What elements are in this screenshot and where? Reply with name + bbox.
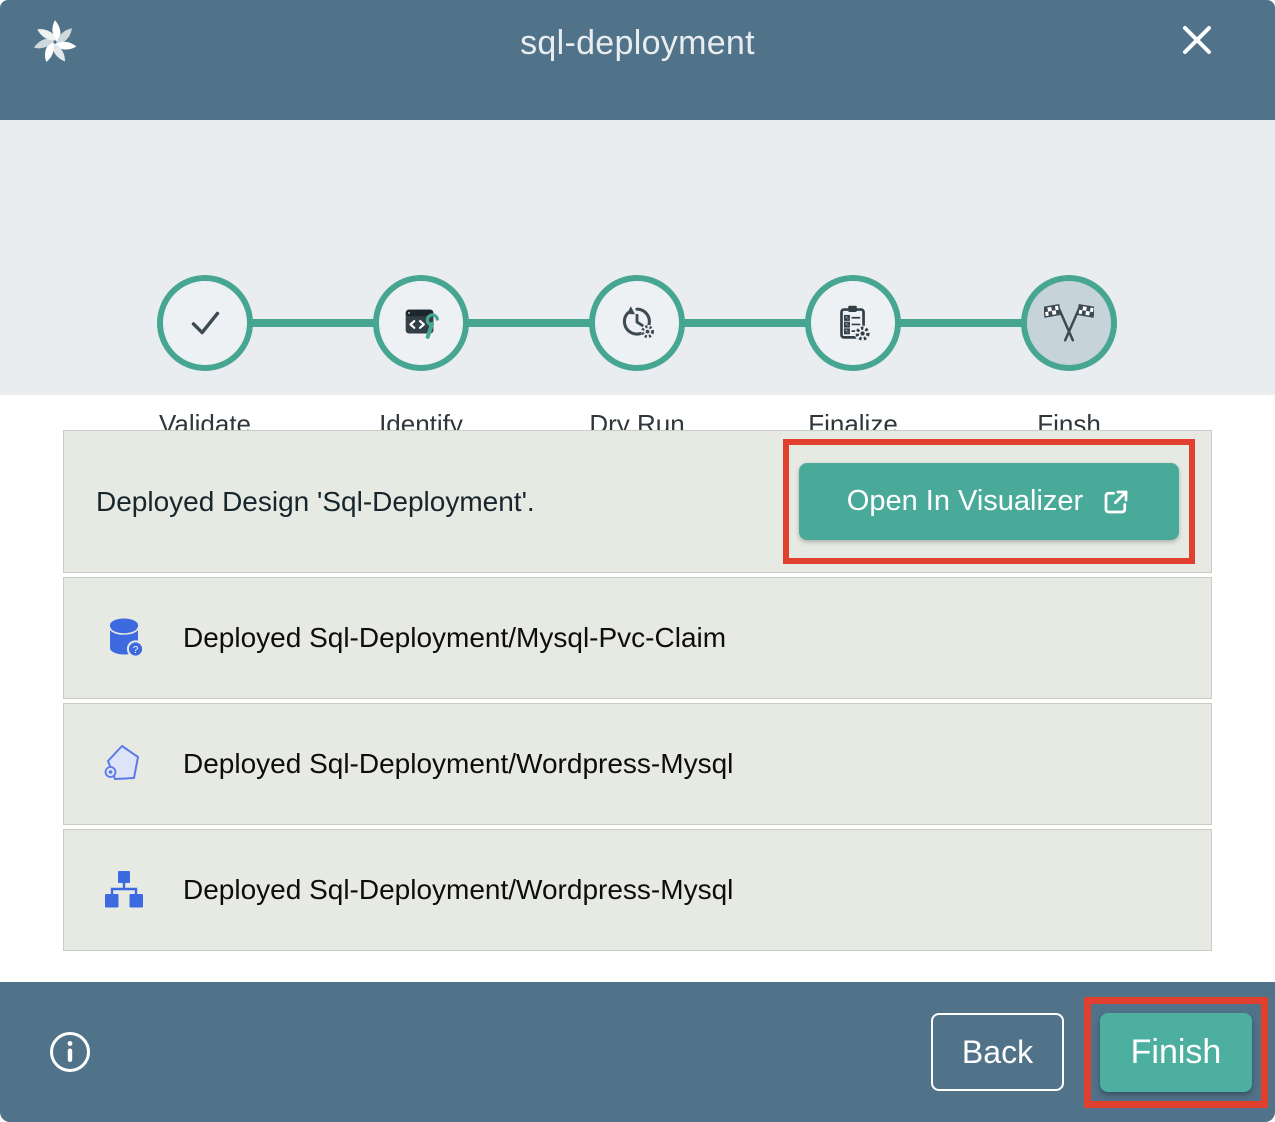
wizard-stepper: Validate Design Identify Environments	[0, 120, 1275, 395]
deployment-result-text: Deployed Sql-Deployment/Wordpress-Mysql	[183, 748, 733, 780]
deployment-result-row: ? Deployed Sql-Deployment/Mysql-Pvc-Clai…	[63, 577, 1212, 699]
code-wrench-icon	[398, 300, 444, 346]
deployment-summary-message: Deployed Design 'Sql-Deployment'.	[96, 486, 783, 518]
finish-flags-icon	[1044, 300, 1094, 346]
check-icon	[182, 300, 228, 346]
modal-footer: Back Finish	[0, 982, 1275, 1122]
svg-text:?: ?	[133, 645, 139, 656]
step-finish: Finsh	[959, 275, 1179, 444]
back-button[interactable]: Back	[931, 1013, 1064, 1091]
finish-button[interactable]: Finish	[1100, 1013, 1252, 1092]
info-button[interactable]	[48, 1030, 92, 1074]
external-link-icon	[1101, 487, 1131, 517]
modal-title: sql-deployment	[0, 24, 1275, 63]
deployment-result-text: Deployed Sql-Deployment/Wordpress-Mysql	[183, 874, 733, 906]
open-in-visualizer-label: Open In Visualizer	[847, 485, 1083, 518]
pentagon-pod-icon	[101, 741, 147, 787]
topology-icon	[101, 867, 147, 913]
deployment-result-text: Deployed Sql-Deployment/Mysql-Pvc-Claim	[183, 622, 726, 654]
dry-run-icon	[614, 300, 660, 346]
deployment-result-row: Deployed Sql-Deployment/Wordpress-Mysql	[63, 703, 1212, 825]
close-icon	[1177, 20, 1217, 60]
deployment-results-panel: Deployed Design 'Sql-Deployment'. Open I…	[63, 430, 1212, 951]
deployment-summary-row: Deployed Design 'Sql-Deployment'. Open I…	[63, 430, 1212, 573]
info-icon	[48, 1030, 92, 1074]
open-in-visualizer-button[interactable]: Open In Visualizer	[799, 463, 1179, 540]
database-icon: ?	[101, 615, 147, 661]
modal-header: sql-deployment	[0, 0, 1275, 120]
annotation-highlight-box-visualizer: Open In Visualizer	[783, 439, 1195, 564]
deployment-result-row: Deployed Sql-Deployment/Wordpress-Mysql	[63, 829, 1212, 951]
step-dry-run: Dry Run	[527, 275, 747, 444]
deployment-wizard-modal: sql-deployment Validate Design	[0, 0, 1275, 1122]
annotation-highlight-box-finish: Finish	[1084, 997, 1268, 1108]
clipboard-gear-icon	[830, 300, 876, 346]
close-button[interactable]	[1175, 18, 1219, 62]
